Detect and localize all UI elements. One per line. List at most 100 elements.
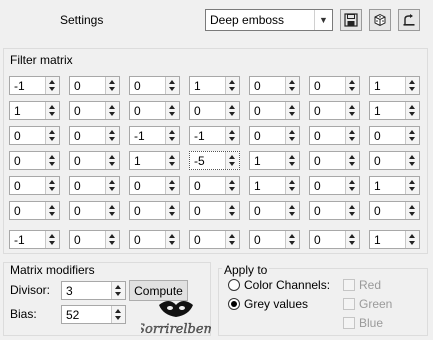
- spin-arrows-icon[interactable]: [405, 127, 419, 144]
- spin-arrows-icon[interactable]: [405, 231, 419, 248]
- matrix-cell-r1-c4[interactable]: 1: [189, 76, 240, 95]
- matrix-cell-r2-c6[interactable]: 0: [309, 101, 360, 120]
- spin-arrows-icon[interactable]: [285, 202, 299, 219]
- matrix-cell-r3-c2[interactable]: 0: [69, 126, 120, 145]
- spin-arrows-icon[interactable]: [345, 77, 359, 94]
- matrix-cell-r5-c1[interactable]: 0: [9, 176, 60, 195]
- spin-arrows-icon[interactable]: [225, 127, 239, 144]
- matrix-cell-r7-c7[interactable]: 1: [369, 230, 420, 249]
- spin-arrows-icon[interactable]: [165, 177, 179, 194]
- spin-arrows-icon[interactable]: [285, 127, 299, 144]
- spin-arrows-icon[interactable]: [285, 77, 299, 94]
- spin-arrows-icon[interactable]: [285, 177, 299, 194]
- matrix-cell-r5-c5[interactable]: 1: [249, 176, 300, 195]
- matrix-cell-r3-c4[interactable]: -1: [189, 126, 240, 145]
- chevron-down-icon[interactable]: ▼: [314, 10, 332, 30]
- spin-arrows-icon[interactable]: [165, 202, 179, 219]
- matrix-cell-r4-c1[interactable]: 0: [9, 151, 60, 170]
- spin-arrows-icon[interactable]: [405, 77, 419, 94]
- spin-arrows-icon[interactable]: [405, 202, 419, 219]
- spin-arrows-icon[interactable]: [225, 152, 239, 169]
- matrix-cell-r4-c4[interactable]: -5: [189, 151, 240, 170]
- spin-arrows-icon[interactable]: [165, 152, 179, 169]
- matrix-cell-r2-c3[interactable]: 0: [129, 101, 180, 120]
- spin-arrows-icon[interactable]: [105, 127, 119, 144]
- spin-arrows-icon[interactable]: [105, 152, 119, 169]
- matrix-cell-r4-c3[interactable]: 1: [129, 151, 180, 170]
- spin-arrows-icon[interactable]: [345, 127, 359, 144]
- matrix-cell-r4-c6[interactable]: 0: [309, 151, 360, 170]
- randomize-button[interactable]: [369, 9, 391, 31]
- spin-arrows-icon[interactable]: [405, 152, 419, 169]
- matrix-cell-r4-c7[interactable]: 0: [369, 151, 420, 170]
- matrix-cell-r1-c3[interactable]: 0: [129, 76, 180, 95]
- spin-arrows-icon[interactable]: [405, 102, 419, 119]
- matrix-cell-r7-c2[interactable]: 0: [69, 230, 120, 249]
- spin-arrows-icon[interactable]: [45, 152, 59, 169]
- matrix-cell-r1-c5[interactable]: 0: [249, 76, 300, 95]
- spin-arrows-icon[interactable]: [225, 77, 239, 94]
- spin-arrows-icon[interactable]: [45, 127, 59, 144]
- matrix-cell-r6-c7[interactable]: 0: [369, 201, 420, 220]
- matrix-cell-r5-c3[interactable]: 0: [129, 176, 180, 195]
- spin-arrows-icon[interactable]: [345, 231, 359, 248]
- reset-button[interactable]: [398, 9, 420, 31]
- matrix-cell-r6-c3[interactable]: 0: [129, 201, 180, 220]
- blue-checkbox[interactable]: [343, 317, 355, 329]
- matrix-cell-r3-c6[interactable]: 0: [309, 126, 360, 145]
- spin-arrows-icon[interactable]: [225, 102, 239, 119]
- spin-arrows-icon[interactable]: [105, 102, 119, 119]
- matrix-cell-r1-c2[interactable]: 0: [69, 76, 120, 95]
- save-preset-button[interactable]: [340, 9, 362, 31]
- matrix-cell-r4-c2[interactable]: 0: [69, 151, 120, 170]
- spin-arrows-icon[interactable]: [165, 127, 179, 144]
- spin-arrows-icon[interactable]: [111, 306, 125, 323]
- divisor-input[interactable]: 3: [61, 281, 126, 300]
- matrix-cell-r3-c3[interactable]: -1: [129, 126, 180, 145]
- red-checkbox[interactable]: [343, 279, 355, 291]
- spin-arrows-icon[interactable]: [345, 177, 359, 194]
- spin-arrows-icon[interactable]: [45, 177, 59, 194]
- matrix-cell-r6-c6[interactable]: 0: [309, 201, 360, 220]
- matrix-cell-r6-c5[interactable]: 0: [249, 201, 300, 220]
- spin-arrows-icon[interactable]: [105, 231, 119, 248]
- matrix-cell-r7-c1[interactable]: -1: [9, 230, 60, 249]
- matrix-cell-r3-c5[interactable]: 0: [249, 126, 300, 145]
- spin-arrows-icon[interactable]: [105, 77, 119, 94]
- matrix-cell-r6-c4[interactable]: 0: [189, 201, 240, 220]
- matrix-cell-r2-c5[interactable]: 0: [249, 101, 300, 120]
- spin-arrows-icon[interactable]: [345, 152, 359, 169]
- green-checkbox[interactable]: [343, 298, 355, 310]
- matrix-cell-r2-c4[interactable]: 0: [189, 101, 240, 120]
- spin-arrows-icon[interactable]: [225, 177, 239, 194]
- matrix-cell-r2-c1[interactable]: 1: [9, 101, 60, 120]
- spin-arrows-icon[interactable]: [345, 202, 359, 219]
- bias-input[interactable]: 52: [61, 305, 126, 324]
- spin-arrows-icon[interactable]: [45, 202, 59, 219]
- preset-dropdown[interactable]: Deep emboss ▼: [205, 9, 333, 31]
- matrix-cell-r4-c5[interactable]: 1: [249, 151, 300, 170]
- color-channels-radio[interactable]: [228, 279, 240, 291]
- spin-arrows-icon[interactable]: [45, 102, 59, 119]
- matrix-cell-r1-c7[interactable]: 1: [369, 76, 420, 95]
- spin-arrows-icon[interactable]: [45, 77, 59, 94]
- spin-arrows-icon[interactable]: [285, 102, 299, 119]
- spin-arrows-icon[interactable]: [105, 177, 119, 194]
- spin-arrows-icon[interactable]: [165, 102, 179, 119]
- matrix-cell-r5-c7[interactable]: 1: [369, 176, 420, 195]
- matrix-cell-r7-c5[interactable]: 0: [249, 230, 300, 249]
- spin-arrows-icon[interactable]: [111, 282, 125, 299]
- matrix-cell-r5-c6[interactable]: 0: [309, 176, 360, 195]
- spin-arrows-icon[interactable]: [165, 231, 179, 248]
- grey-values-radio[interactable]: [228, 298, 240, 310]
- spin-arrows-icon[interactable]: [45, 231, 59, 248]
- matrix-cell-r3-c7[interactable]: 0: [369, 126, 420, 145]
- matrix-cell-r1-c6[interactable]: 0: [309, 76, 360, 95]
- spin-arrows-icon[interactable]: [165, 77, 179, 94]
- matrix-cell-r2-c2[interactable]: 0: [69, 101, 120, 120]
- spin-arrows-icon[interactable]: [405, 177, 419, 194]
- matrix-cell-r2-c7[interactable]: 1: [369, 101, 420, 120]
- spin-arrows-icon[interactable]: [225, 202, 239, 219]
- matrix-cell-r3-c1[interactable]: 0: [9, 126, 60, 145]
- spin-arrows-icon[interactable]: [285, 231, 299, 248]
